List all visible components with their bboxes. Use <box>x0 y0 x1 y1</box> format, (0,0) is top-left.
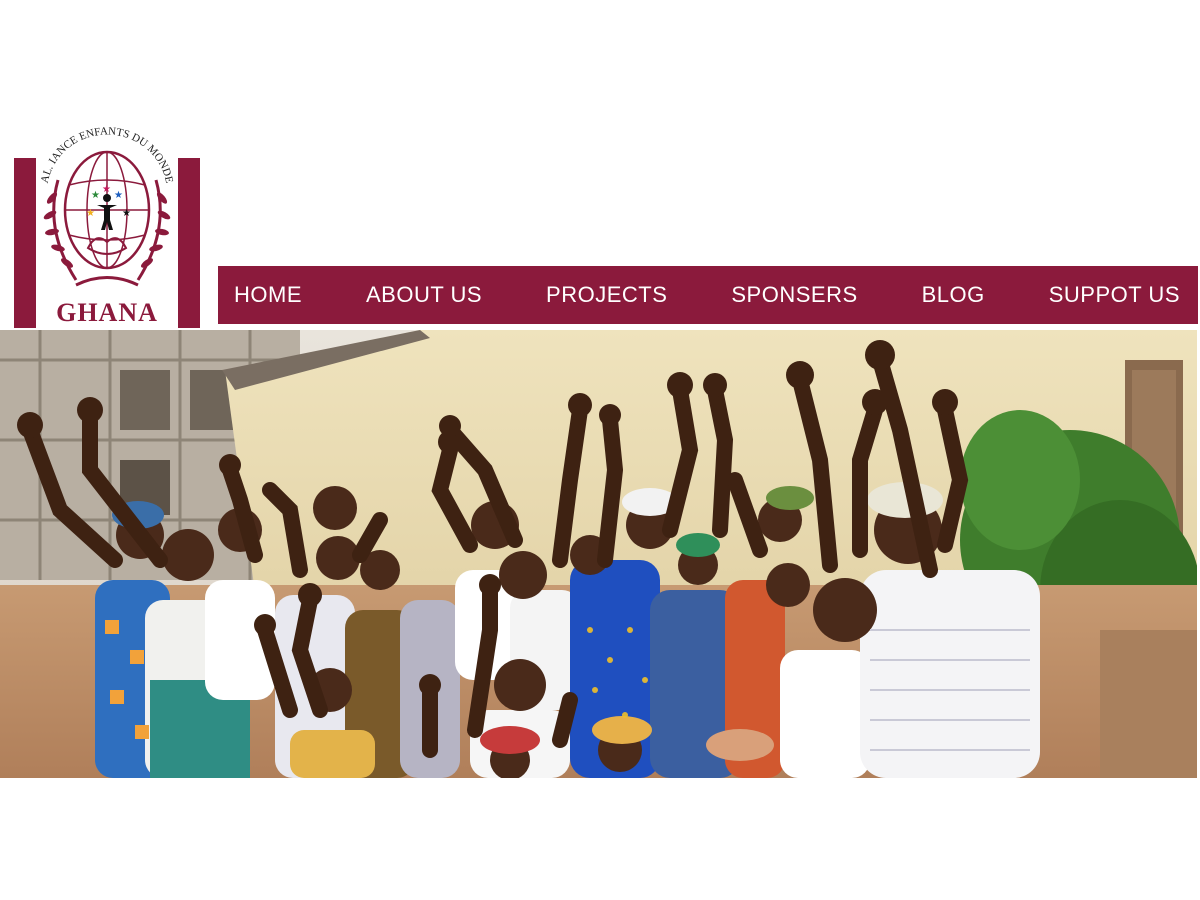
svg-text:★: ★ <box>114 190 123 201</box>
main-nav: HOME ABOUT US PROJECTS SPONSERS BLOG SUP… <box>218 266 1198 324</box>
logo-bar-right <box>178 158 200 328</box>
nav-item-projects[interactable]: PROJECTS <box>546 282 667 308</box>
nav-item-suppot-us[interactable]: SUPPOT US <box>1049 282 1180 308</box>
nav-item-sponsers[interactable]: SPONSERS <box>731 282 857 308</box>
nav-item-blog[interactable]: BLOG <box>922 282 985 308</box>
nav-item-about-us[interactable]: ABOUT US <box>366 282 482 308</box>
logo-emblem: AL. IANCE ENFANTS DU MONDE ★ ★ ★ ★ ★ <box>39 125 175 287</box>
svg-text:★: ★ <box>86 208 95 219</box>
logo-inner: AL. IANCE ENFANTS DU MONDE ★ ★ ★ ★ ★ GHA… <box>36 120 178 328</box>
logo-bar-left <box>14 158 36 328</box>
page: AL. IANCE ENFANTS DU MONDE ★ ★ ★ ★ ★ GHA… <box>0 0 1200 900</box>
svg-text:★: ★ <box>102 184 111 195</box>
hero-illustration <box>0 330 1197 778</box>
nav-item-home[interactable]: HOME <box>234 282 302 308</box>
site-logo[interactable]: AL. IANCE ENFANTS DU MONDE ★ ★ ★ ★ ★ GHA… <box>14 120 200 328</box>
logo-country-text: GHANA <box>56 298 158 327</box>
svg-text:★: ★ <box>91 190 100 201</box>
hero-image <box>0 330 1197 778</box>
svg-text:★: ★ <box>122 208 131 219</box>
